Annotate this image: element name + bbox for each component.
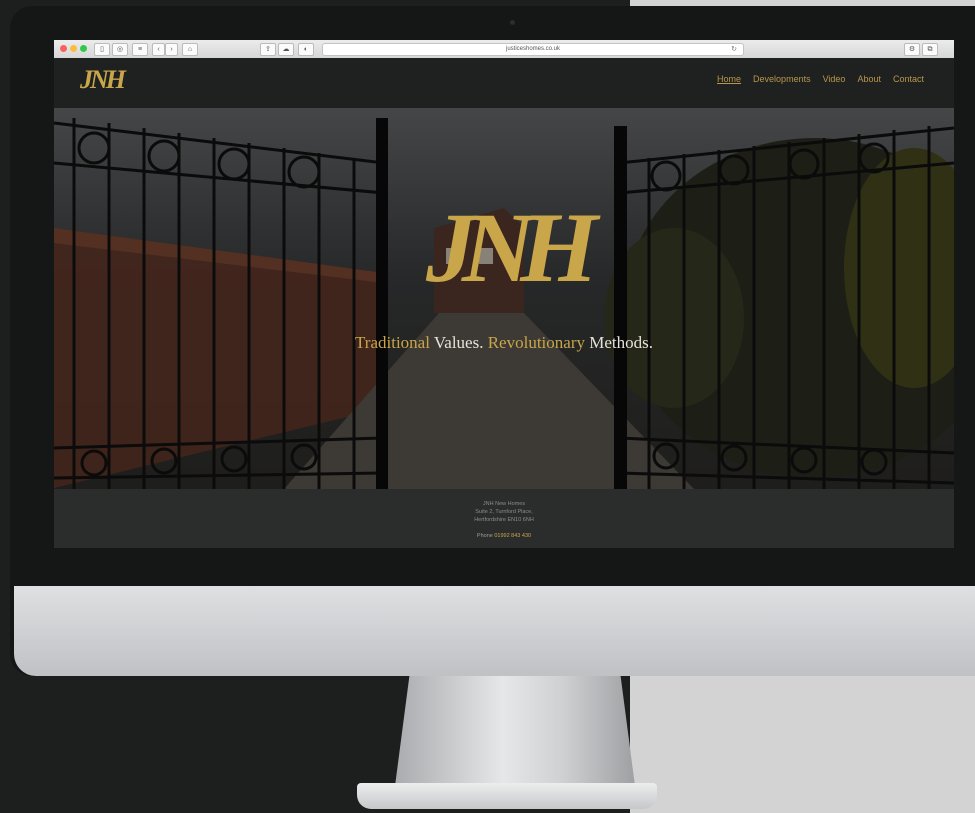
screen: ▯ ◎ ≡ ‹ › ⌂ ⇪ ☁ ◐ justiceshomes.co.uk ↻ … bbox=[54, 40, 954, 548]
extension-icon[interactable]: ◐ bbox=[298, 43, 314, 56]
footer-address: JNH New Homes Suite 2, Turnford Place, H… bbox=[54, 500, 954, 524]
reload-icon[interactable]: ↻ bbox=[731, 44, 737, 55]
phone-label: Phone bbox=[476, 533, 493, 539]
forward-icon[interactable]: › bbox=[165, 43, 178, 56]
close-window-icon[interactable] bbox=[60, 45, 67, 52]
monitor-chin bbox=[14, 586, 975, 676]
cloud-icon[interactable]: ☁ bbox=[278, 43, 294, 56]
share-icon[interactable]: ◎ bbox=[112, 43, 128, 56]
hero-logo: JNH bbox=[426, 192, 598, 303]
tagline-word-3: Revolutionary bbox=[487, 333, 585, 352]
tagline-word-1: Traditional bbox=[355, 333, 430, 352]
site-header: JNH Home Developments Video About Contac… bbox=[54, 58, 954, 108]
url-text: justiceshomes.co.uk bbox=[505, 46, 561, 52]
home-icon[interactable]: ⌂ bbox=[182, 43, 198, 56]
camera-icon bbox=[510, 20, 515, 25]
footer-line-2: Suite 2, Turnford Place, bbox=[475, 509, 533, 515]
phone-number[interactable]: 01992 843 430 bbox=[494, 533, 531, 539]
maximize-window-icon[interactable] bbox=[80, 45, 87, 52]
nav-home[interactable]: Home bbox=[717, 74, 741, 84]
back-icon[interactable]: ‹ bbox=[152, 43, 165, 56]
tagline-word-2: Values. bbox=[433, 333, 484, 352]
address-bar[interactable]: justiceshomes.co.uk ↻ bbox=[322, 43, 744, 56]
nav-video[interactable]: Video bbox=[823, 74, 846, 84]
nav-developments[interactable]: Developments bbox=[753, 74, 811, 84]
reader-icon[interactable]: ≡ bbox=[132, 43, 148, 56]
site-logo[interactable]: JNH bbox=[80, 65, 126, 95]
tabs-icon[interactable]: ⧉ bbox=[922, 43, 938, 56]
settings-icon[interactable]: ⚙ bbox=[904, 43, 920, 56]
monitor-foot bbox=[357, 783, 657, 809]
footer-line-1: JNH New Homes bbox=[482, 501, 526, 507]
nav-about[interactable]: About bbox=[857, 74, 881, 84]
site-footer: JNH New Homes Suite 2, Turnford Place, H… bbox=[54, 489, 954, 548]
upload-icon[interactable]: ⇪ bbox=[260, 43, 276, 56]
monitor-stand bbox=[395, 676, 635, 786]
sidebar-icon[interactable]: ▯ bbox=[94, 43, 110, 56]
hero-tagline: Traditional Values. Revolutionary Method… bbox=[54, 333, 954, 353]
tagline-word-4: Methods. bbox=[589, 333, 653, 352]
footer-phone: Phone 01992 843 430 bbox=[54, 532, 954, 540]
minimize-window-icon[interactable] bbox=[70, 45, 77, 52]
main-menu: Home Developments Video About Contact bbox=[717, 74, 924, 84]
nav-contact[interactable]: Contact bbox=[893, 74, 924, 84]
hero-banner: JNH Traditional Values. Revolutionary Me… bbox=[54, 108, 954, 489]
footer-line-3: Hertfordshire EN10 6NH bbox=[474, 517, 534, 523]
browser-toolbar: ▯ ◎ ≡ ‹ › ⌂ ⇪ ☁ ◐ justiceshomes.co.uk ↻ … bbox=[54, 40, 954, 59]
